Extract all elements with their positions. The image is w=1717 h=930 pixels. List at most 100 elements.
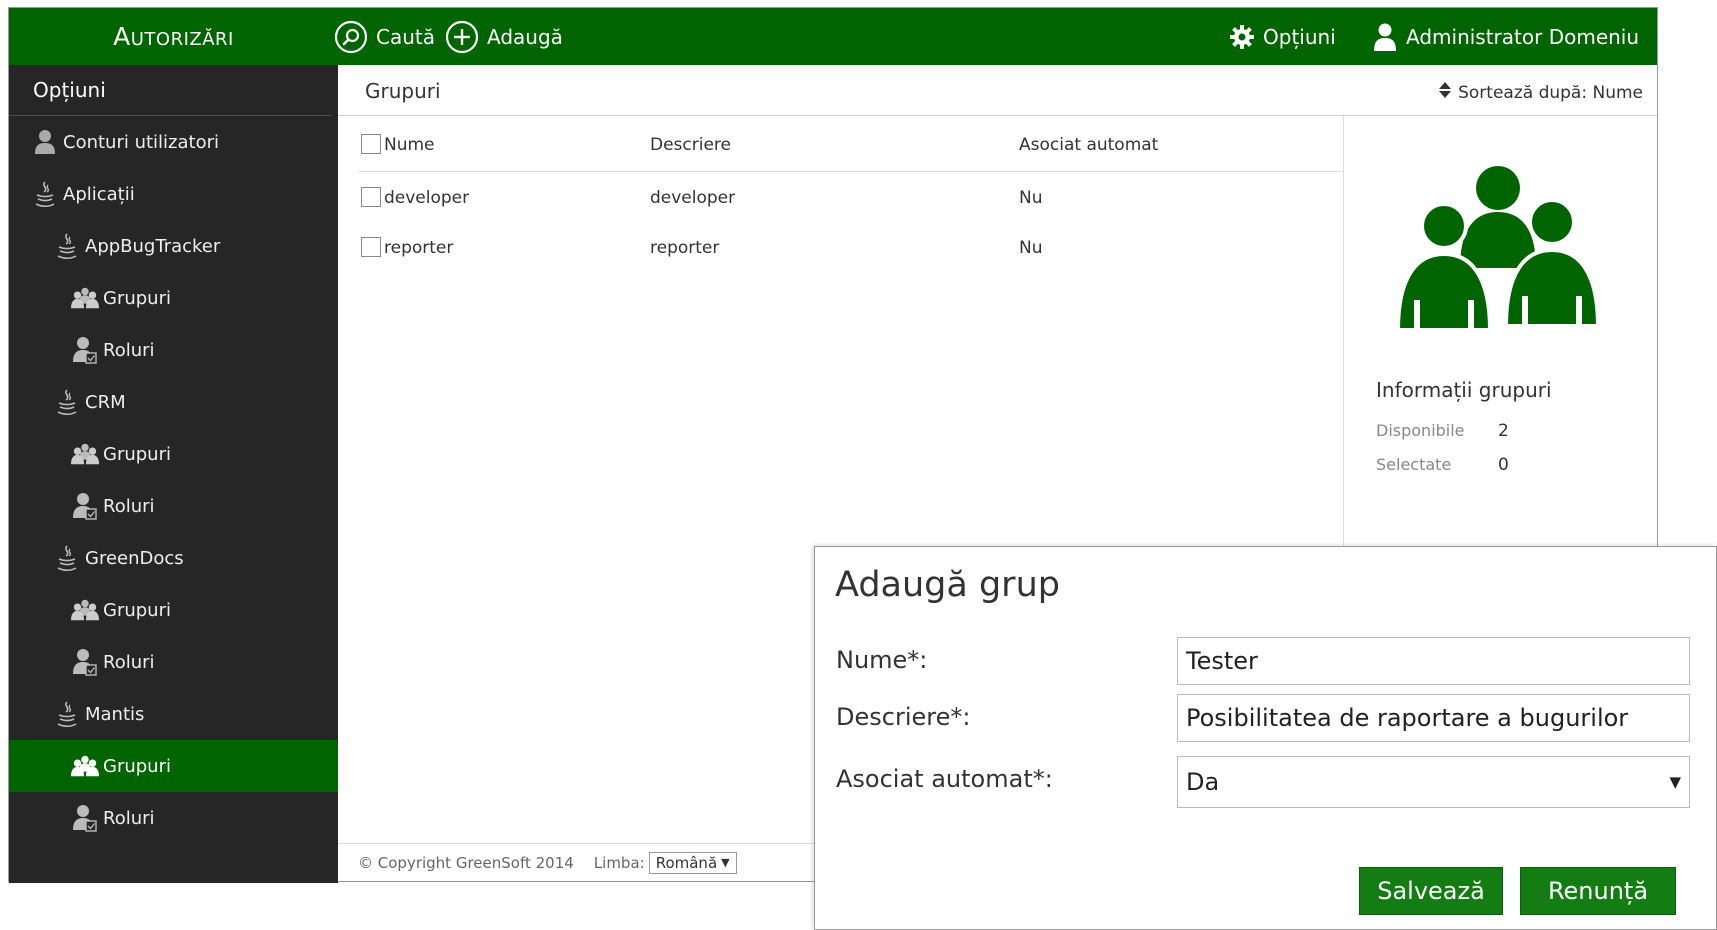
gear-icon (1229, 24, 1255, 50)
group-illustration-icon (1392, 150, 1604, 338)
add-button[interactable]: Adaugă (445, 8, 563, 65)
sidebar-item-label: Roluri (103, 807, 155, 829)
groups-table: Nume Descriere Asociat automat developer… (358, 116, 1343, 272)
language-value: Română (655, 853, 718, 872)
sidebar-item-grupuri[interactable]: Grupuri (9, 740, 338, 792)
options-button[interactable]: Opțiuni (1229, 8, 1336, 65)
available-value: 2 (1498, 421, 1509, 441)
java-icon (53, 544, 81, 572)
sidebar-item-greendocs[interactable]: GreenDocs (9, 532, 338, 584)
available-label: Disponibile (1376, 421, 1465, 440)
description-field[interactable]: Posibilitatea de raportare a bugurilor (1177, 694, 1690, 742)
description-value: Posibilitatea de raportare a bugurilor (1186, 704, 1629, 732)
cancel-button[interactable]: Renunță (1520, 867, 1676, 915)
column-header-auto[interactable]: Asociat automat (1019, 135, 1158, 155)
top-bar: Autorizări Caută Adaugă Opțiuni Administ… (9, 8, 1657, 65)
name-field[interactable]: Tester (1177, 637, 1690, 685)
column-header-description[interactable]: Descriere (650, 135, 731, 155)
table-row[interactable]: developer developer Nu (358, 172, 1343, 222)
save-button[interactable]: Salvează (1359, 867, 1503, 915)
cell-description: reporter (650, 238, 720, 258)
sidebar-item-label: Grupuri (103, 443, 171, 465)
dialog-title: Adaugă grup (835, 565, 1060, 605)
sidebar-item-label: Grupuri (103, 755, 171, 777)
java-icon (53, 700, 81, 728)
sidebar-item-crm[interactable]: CRM (9, 376, 338, 428)
sort-label: Sortează după: Nume (1458, 82, 1643, 103)
role-icon (71, 492, 99, 520)
info-title: Informații grupuri (1376, 378, 1552, 402)
sidebar-item-grupuri[interactable]: Grupuri (9, 272, 338, 324)
sidebar-item-roluri[interactable]: Roluri (9, 324, 338, 376)
sidebar-item-grupuri[interactable]: Grupuri (9, 584, 338, 636)
sidebar: Opțiuni Conturi utilizatori Aplicații AppB… (9, 65, 338, 883)
user-menu[interactable]: Administrator Domeniu (1372, 8, 1639, 65)
selected-value: 0 (1498, 455, 1509, 475)
role-icon (71, 804, 99, 832)
sort-control[interactable]: Sortează după: Nume (1438, 81, 1643, 104)
user-icon (31, 128, 59, 156)
sidebar-item-grupuri[interactable]: Grupuri (9, 428, 338, 480)
add-label: Adaugă (487, 24, 563, 49)
cell-auto: Nu (1019, 238, 1043, 258)
sidebar-item-appbugtracker[interactable]: AppBugTracker (9, 220, 338, 272)
info-panel: Informații grupuri Disponibile 2 Selecta… (1343, 116, 1659, 568)
description-label: Descriere*: (836, 703, 971, 731)
table-header: Nume Descriere Asociat automat (358, 116, 1343, 172)
group-icon (71, 440, 99, 468)
user-name: Administrator Domeniu (1406, 24, 1640, 49)
sidebar-item-label: CRM (85, 391, 126, 413)
sidebar-nav: Conturi utilizatori Aplicații AppBugTracke… (9, 116, 338, 844)
page-title: Grupuri (365, 79, 441, 103)
options-label: Opțiuni (1263, 24, 1336, 49)
language-select[interactable]: Română ▼ (648, 851, 737, 874)
content-header: Grupuri Sortează după: Nume (338, 65, 1657, 116)
auto-label: Asociat automat*: (836, 765, 1053, 793)
dropdown-arrow-icon: ▼ (1669, 773, 1681, 791)
info-available: Disponibile 2 (1376, 421, 1509, 441)
sidebar-item-mantis[interactable]: Mantis (9, 688, 338, 740)
auto-select[interactable]: Da ▼ (1177, 756, 1690, 808)
column-header-name[interactable]: Nume (384, 135, 435, 155)
sidebar-item-roluri[interactable]: Roluri (9, 636, 338, 688)
sidebar-item-label: GreenDocs (85, 547, 184, 569)
search-label: Caută (376, 24, 435, 49)
row-checkbox[interactable] (361, 187, 381, 207)
name-label: Nume*: (836, 646, 928, 674)
auto-value: Da (1186, 768, 1220, 796)
language-selector: Limba: Română ▼ (594, 851, 737, 874)
copyright-text: © Copyright GreenSoft 2014 (358, 853, 574, 872)
cell-name: developer (384, 188, 470, 208)
search-icon (334, 20, 368, 54)
info-selected: Selectate 0 (1376, 455, 1509, 475)
group-icon (71, 284, 99, 312)
sidebar-item-label: Roluri (103, 651, 155, 673)
sidebar-item-aplica-ii[interactable]: Aplicații (9, 168, 338, 220)
selected-label: Selectate (1376, 455, 1452, 474)
add-circle-icon (445, 20, 479, 54)
sidebar-item-conturi-utilizatori[interactable]: Conturi utilizatori (9, 116, 338, 168)
java-icon (53, 232, 81, 260)
name-value: Tester (1186, 647, 1258, 675)
sidebar-item-label: Mantis (85, 703, 145, 725)
user-icon (1372, 22, 1398, 52)
sidebar-item-label: Grupuri (103, 287, 171, 309)
sidebar-item-roluri[interactable]: Roluri (9, 792, 338, 844)
sidebar-item-label: Aplicații (63, 183, 135, 205)
select-all-checkbox[interactable] (361, 134, 381, 154)
sidebar-item-label: Roluri (103, 339, 155, 361)
cell-description: developer (650, 188, 736, 208)
sidebar-title: Opțiuni (9, 65, 332, 116)
row-checkbox[interactable] (361, 237, 381, 257)
cell-name: reporter (384, 238, 454, 258)
sidebar-item-roluri[interactable]: Roluri (9, 480, 338, 532)
sidebar-item-label: Grupuri (103, 599, 171, 621)
search-button[interactable]: Caută (334, 8, 435, 65)
table-row[interactable]: reporter reporter Nu (358, 222, 1343, 272)
java-icon (53, 388, 81, 416)
role-icon (71, 648, 99, 676)
group-icon (71, 596, 99, 624)
java-icon (31, 180, 59, 208)
sidebar-item-label: Conturi utilizatori (63, 131, 219, 153)
add-group-dialog: Adaugă grup Nume*: Tester Descriere*: Po… (814, 546, 1717, 930)
